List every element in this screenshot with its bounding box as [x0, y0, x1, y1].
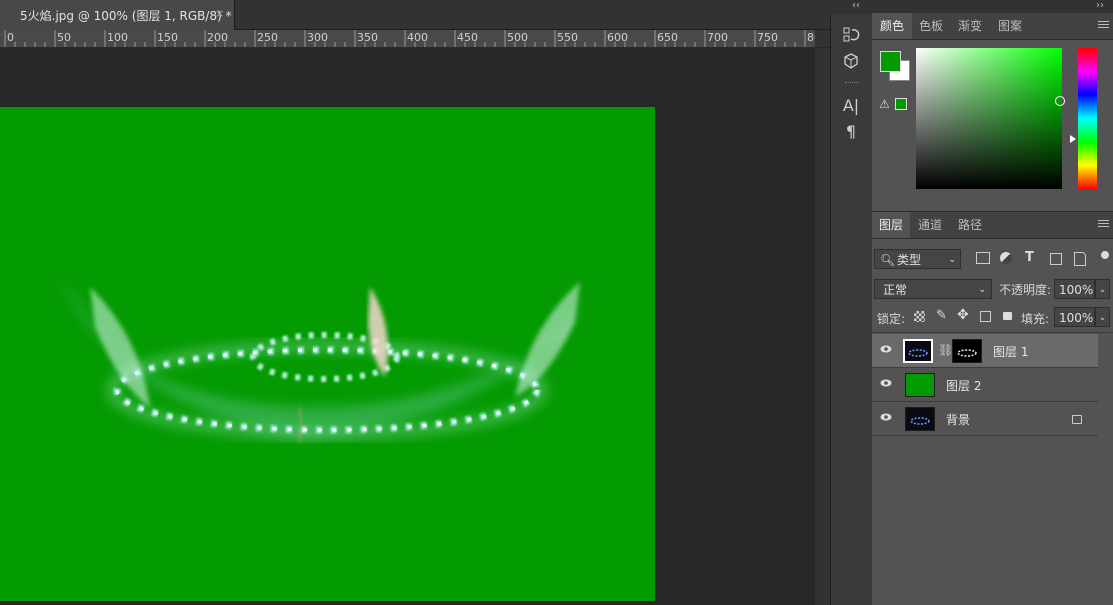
- layer-filter-select[interactable]: 🔍︎ 类型 ⌄: [874, 249, 961, 269]
- search-icon: 🔍︎: [880, 253, 896, 267]
- filter-type-icon[interactable]: T: [1025, 250, 1034, 265]
- lock-position-icon[interactable]: ✥: [957, 307, 969, 323]
- layer-thumbnail[interactable]: [905, 373, 935, 397]
- fill-dropdown-icon[interactable]: ⌄: [1095, 307, 1110, 327]
- document-tab-title: 5火焰.jpg @ 100% (图层 1, RGB/8) *: [20, 9, 232, 23]
- ruler-label: 350: [357, 31, 378, 44]
- visibility-eye-icon[interactable]: [880, 345, 892, 353]
- gamut-color-swatch[interactable]: [895, 98, 907, 110]
- layer-name[interactable]: 图层 1: [993, 343, 1028, 360]
- ruler-label: 0: [7, 31, 14, 44]
- paragraph-panel-icon[interactable]: ¶: [839, 120, 863, 142]
- ruler-label: 50: [57, 31, 71, 44]
- filter-smart-object-icon[interactable]: [1074, 252, 1086, 266]
- layer-row-layer-1[interactable]: ⛓ 图层 1: [872, 334, 1098, 368]
- ruler-label: 100: [107, 31, 128, 44]
- ruler-corner: [815, 30, 830, 47]
- opacity-input[interactable]: 100%: [1054, 279, 1095, 299]
- ruler-label: 500: [507, 31, 528, 44]
- visibility-eye-icon[interactable]: [880, 413, 892, 421]
- tab-layers[interactable]: 图层: [872, 212, 910, 238]
- filter-adjustment-icon[interactable]: [1000, 252, 1012, 264]
- gamut-warning-icon[interactable]: ⚠: [879, 97, 890, 111]
- chevron-down-icon: ⌄: [978, 285, 986, 295]
- history-icon[interactable]: [839, 24, 863, 46]
- panel-dock-header: ››: [872, 0, 1113, 14]
- blend-mode-select[interactable]: 正常 ⌄: [874, 279, 992, 299]
- canvas-vertical-scrollbar[interactable]: [815, 48, 830, 605]
- lock-label: 锁定:: [877, 312, 906, 326]
- layer-thumbnail[interactable]: [905, 407, 935, 431]
- character-panel-icon[interactable]: A|: [839, 94, 863, 116]
- layer-lock-icon: [1072, 415, 1082, 424]
- color-panel-tabs: 颜色 色板 渐变 图案: [872, 13, 1113, 40]
- layer-thumbnail[interactable]: [903, 339, 933, 363]
- fill-input[interactable]: 100%: [1054, 307, 1095, 327]
- layers-panel-tabs: 图层 通道 路径: [872, 211, 1113, 239]
- color-picker-cursor[interactable]: [1055, 96, 1065, 106]
- ruler-label: 150: [157, 31, 178, 44]
- ruler-label: 250: [257, 31, 278, 44]
- strip-divider: [845, 82, 859, 85]
- filter-kind-label: 类型: [897, 253, 922, 267]
- panel-icon-strip: A| ¶: [830, 14, 873, 605]
- horizontal-ruler[interactable]: 0 50 100 150 200 250 300 350 400 450 500 550 600 650 7…: [0, 30, 815, 48]
- gas-flame-ring-image: [60, 277, 600, 443]
- ruler-label: 80: [807, 31, 815, 44]
- ruler-label: 200: [207, 31, 228, 44]
- hue-slider-handle[interactable]: [1070, 135, 1076, 143]
- tab-patterns[interactable]: 图案: [990, 13, 1030, 39]
- expand-panels-icon[interactable]: ››: [1096, 0, 1104, 11]
- opacity-value: 100%: [1059, 283, 1094, 297]
- filter-shape-icon[interactable]: [1050, 253, 1062, 265]
- layers-scrollbar[interactable]: [1098, 336, 1113, 605]
- lock-image-pixels-icon[interactable]: ✎: [936, 308, 947, 323]
- collapse-panels-icon[interactable]: ‹‹: [852, 0, 860, 11]
- opacity-dropdown-icon[interactable]: ⌄: [1095, 279, 1110, 299]
- color-field[interactable]: [916, 48, 1062, 189]
- tab-color[interactable]: 颜色: [872, 13, 912, 39]
- fill-value: 100%: [1059, 311, 1094, 325]
- chevron-down-icon: ⌄: [948, 255, 956, 265]
- blend-mode-value: 正常: [883, 283, 908, 297]
- ruler-label: 300: [307, 31, 328, 44]
- ruler-label: 400: [407, 31, 428, 44]
- document-image[interactable]: [0, 107, 655, 601]
- mask-link-icon[interactable]: ⛓: [938, 343, 953, 357]
- ruler-label: 700: [707, 31, 728, 44]
- tab-swatches[interactable]: 色板: [912, 13, 950, 39]
- color-panel-menu-icon[interactable]: [1098, 21, 1109, 31]
- hue-slider[interactable]: [1078, 48, 1097, 189]
- 3d-cube-icon[interactable]: [839, 50, 863, 72]
- visibility-eye-icon[interactable]: [880, 379, 892, 387]
- panel-divider: [872, 332, 1113, 333]
- layers-panel-menu-icon[interactable]: [1098, 220, 1109, 230]
- tab-gradients[interactable]: 渐变: [950, 13, 990, 39]
- layer-name[interactable]: 背景: [946, 411, 970, 428]
- opacity-label: 不透明度:: [999, 283, 1052, 297]
- layer-row-layer-2[interactable]: 图层 2: [872, 368, 1098, 402]
- ruler-label: 450: [457, 31, 478, 44]
- filter-pixel-icon[interactable]: [976, 252, 990, 264]
- ruler-label: 650: [657, 31, 678, 44]
- close-tab-icon[interactable]: ×: [215, 7, 224, 20]
- fill-label: 填充:: [1021, 312, 1050, 326]
- ruler-label: 600: [607, 31, 628, 44]
- lock-artboard-icon[interactable]: [980, 311, 991, 322]
- filter-toggle-icon[interactable]: [1101, 251, 1109, 259]
- lock-transparent-pixels-icon[interactable]: [914, 311, 925, 322]
- layer-row-background[interactable]: 背景: [872, 402, 1098, 436]
- tab-paths[interactable]: 路径: [950, 212, 990, 238]
- layer-name[interactable]: 图层 2: [946, 377, 981, 394]
- tab-channels[interactable]: 通道: [910, 212, 950, 238]
- lock-all-icon[interactable]: [1003, 312, 1012, 320]
- foreground-color-swatch[interactable]: [880, 51, 901, 72]
- layer-mask-thumbnail[interactable]: [952, 339, 982, 363]
- ruler-label: 750: [757, 31, 778, 44]
- ruler-label: 550: [557, 31, 578, 44]
- document-tab[interactable]: 5火焰.jpg @ 100% (图层 1, RGB/8) * ×: [0, 0, 235, 30]
- collapse-bar: ‹‹: [830, 0, 872, 14]
